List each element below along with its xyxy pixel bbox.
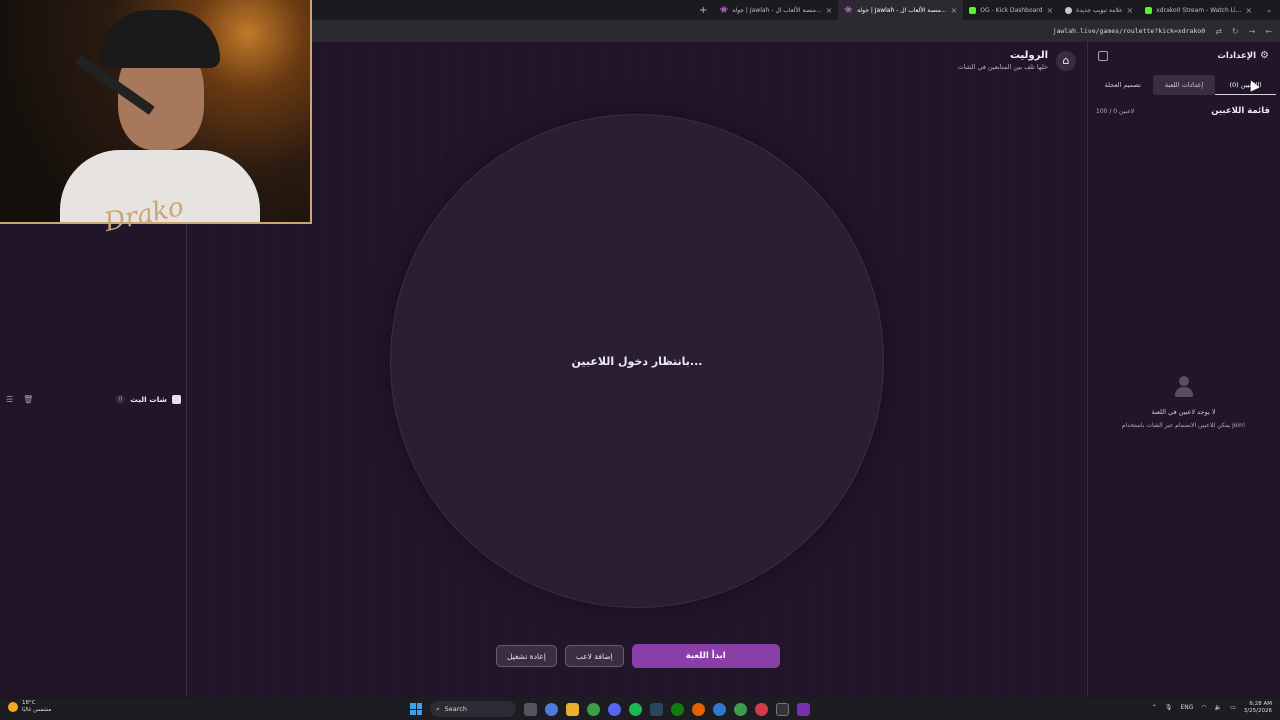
file-explorer-icon[interactable] (566, 702, 579, 716)
discord-icon[interactable] (608, 702, 621, 716)
close-icon[interactable]: × (1046, 6, 1053, 15)
system-tray: ⌃ 🎙 ENG ◠ 🔈 ▭ 6:28 AM 3/25/2026 (1152, 701, 1272, 715)
browser-tab[interactable]: علامة تبويب جديدة × (1059, 0, 1139, 20)
tab-label: OG - Kick Dashboard (980, 6, 1043, 14)
streamer-figure (60, 10, 260, 222)
edge-icon[interactable] (713, 702, 726, 716)
trash-icon[interactable]: 🗑 (23, 395, 33, 404)
page-subtitle: خلها تلف بين المتابعين في الشات (957, 63, 1048, 71)
new-tab-icon (1065, 6, 1073, 14)
settings-title: الإعدادات (1217, 50, 1257, 61)
gear-icon: ⚙ (1260, 50, 1269, 61)
start-game-button[interactable]: ابدأ اللعبة (631, 644, 780, 668)
forward-icon[interactable]: → (1249, 27, 1256, 36)
taskbar: 18°C مشمس غالبًا ⌕ Search ⌃ 🎙 ENG ◠ 🔈 ▭ … (0, 698, 1280, 720)
chat-icon (172, 394, 181, 404)
volume-icon[interactable]: 🔈 (1215, 704, 1222, 711)
stream-app-icon[interactable] (797, 702, 810, 716)
kick-icon (969, 6, 977, 14)
tab-game-settings[interactable]: إعدادات اللعبة (1153, 75, 1215, 95)
players-count: 100 / 0 لاعبين (1096, 107, 1135, 115)
browser-tab[interactable]: 👾 جولة | Jawlah - منصة الألعاب ال... × (713, 0, 838, 20)
steam-icon[interactable] (650, 702, 663, 716)
tab-favicon-icon: 👾 (844, 6, 854, 14)
terminal-icon[interactable] (776, 702, 789, 716)
spotify-icon[interactable] (629, 702, 642, 716)
close-icon[interactable]: × (1245, 6, 1252, 15)
search-label: Search (444, 705, 467, 713)
page-title: الروليت (1009, 50, 1048, 61)
copilot-icon[interactable] (545, 702, 558, 716)
chrome-icon[interactable] (587, 702, 600, 716)
app-icon[interactable] (734, 702, 747, 716)
browser-tab[interactable]: OG - Kick Dashboard × (963, 0, 1059, 20)
url-field[interactable]: jawlah.live/games/roulette?kick=xdrako0 (1053, 27, 1206, 35)
close-icon[interactable]: × (826, 6, 833, 15)
tab-label: جولة | Jawlah - منصة الألعاب ال... (732, 6, 822, 14)
taskbar-search[interactable]: ⌕ Search (430, 701, 516, 717)
chat-header: ☰ 🗑 شات البث 0 (0, 390, 187, 408)
battery-icon[interactable]: ▭ (1230, 704, 1236, 711)
waiting-text: بانتظار دخول اللاعبين... (571, 354, 703, 368)
media-player-icon[interactable] (755, 702, 768, 716)
empty-players-state: لا يوجد لاعبين في اللعبة يمكن للاعبين ال… (1088, 376, 1279, 429)
webcam-overlay (0, 0, 312, 224)
tab-list-chevron-icon[interactable]: ⌄ (1258, 6, 1280, 14)
weather-desc: مشمس غالبًا (22, 706, 52, 713)
players-list-header: 100 / 0 لاعبين قائمة اللاعبين (1096, 106, 1270, 116)
new-tab-button[interactable]: + (693, 5, 713, 16)
clock-date: 3/25/2026 (1243, 707, 1272, 714)
home-button[interactable]: ⌂ (1056, 50, 1076, 71)
chat-count-badge: 0 (115, 394, 126, 404)
user-icon (1173, 376, 1195, 398)
action-bar: إعادة تشغيل إضافة لاعب ابدأ اللعبة (496, 644, 780, 668)
browser-tab[interactable]: xdrako0 Stream - Watch Li... × (1139, 0, 1258, 20)
home-icon: ⌂ (1062, 54, 1070, 67)
reload-icon[interactable]: ↻ (1232, 27, 1239, 36)
weather-temp: 18°C (22, 700, 36, 706)
tab-label: علامة تبويب جديدة (1076, 6, 1123, 14)
xbox-icon[interactable] (671, 702, 684, 716)
chat-title: شات البث (130, 394, 167, 404)
empty-title: لا يوجد لاعبين في اللعبة (1151, 408, 1216, 416)
mic-tray-icon[interactable]: 🎙 (1165, 704, 1173, 711)
back-icon[interactable]: ← (1265, 27, 1272, 36)
players-list-title: قائمة اللاعبين (1211, 106, 1270, 116)
close-icon[interactable]: × (951, 6, 958, 15)
browser-tab-active[interactable]: 👾 جولة | Jawlah - منصة الألعاب ال... × (838, 0, 964, 20)
sun-icon (8, 701, 18, 712)
settings-panel: ⚙ الإعدادات اللاعبين (0) إعدادات اللعبة … (1087, 42, 1278, 696)
tab-wheel-design[interactable]: تصميم العجلة (1092, 75, 1153, 95)
task-view-icon[interactable] (524, 702, 537, 716)
filter-icon[interactable]: ☰ (6, 395, 13, 404)
windows-start-icon[interactable] (410, 703, 422, 715)
kick-icon (1145, 6, 1153, 14)
collapse-panel-icon[interactable] (1098, 50, 1108, 61)
search-icon: ⌕ (436, 704, 440, 713)
tab-label: xdrako0 Stream - Watch Li... (1156, 6, 1242, 14)
empty-hint: يمكن للاعبين الانضمام عبر الشات باستخدام… (1121, 422, 1246, 429)
clock-time: 6:28 AM (1249, 701, 1272, 707)
page-header: ⌂ الروليت خلها تلف بين المتابعين في الشا… (958, 50, 1076, 71)
tab-players[interactable]: اللاعبين (0) (1214, 75, 1276, 95)
firefox-icon[interactable] (692, 702, 705, 716)
site-settings-icon[interactable]: ⇄ (1215, 27, 1222, 36)
add-player-button[interactable]: إضافة لاعب (564, 645, 624, 667)
chevron-up-icon[interactable]: ⌃ (1152, 704, 1157, 711)
wifi-icon[interactable]: ◠ (1201, 704, 1206, 711)
restart-button[interactable]: إعادة تشغيل (496, 645, 557, 667)
taskbar-apps: ⌕ Search (410, 701, 810, 717)
close-icon[interactable]: × (1127, 6, 1134, 15)
weather-widget[interactable]: 18°C مشمس غالبًا (8, 700, 51, 713)
language-indicator[interactable]: ENG (1180, 704, 1193, 711)
tab-favicon-icon: 👾 (719, 6, 729, 14)
clock[interactable]: 6:28 AM 3/25/2026 (1244, 701, 1272, 715)
game-area: ⌂ الروليت خلها تلف بين المتابعين في الشا… (188, 42, 1086, 698)
tab-label: جولة | Jawlah - منصة الألعاب ال... (857, 6, 947, 14)
roulette-wheel[interactable]: بانتظار دخول اللاعبين... (390, 114, 884, 608)
settings-header: ⚙ الإعدادات (1088, 50, 1279, 61)
